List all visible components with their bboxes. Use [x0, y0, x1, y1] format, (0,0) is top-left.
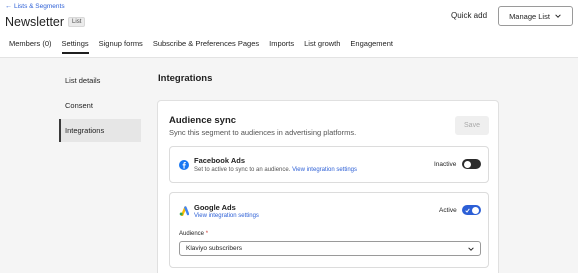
google-status-label: Active [439, 207, 457, 214]
quick-add-button[interactable]: Quick add [451, 11, 487, 20]
audience-sync-card: Audience sync Sync this segment to audie… [157, 100, 499, 273]
facebook-ads-name: Facebook Ads [194, 156, 245, 165]
audience-selected-value: Klaviyo subscribers [186, 245, 242, 252]
title-row: Newsletter List [5, 15, 86, 29]
manage-list-button[interactable]: Manage List [498, 6, 573, 26]
google-ads-icon [179, 206, 189, 216]
tab-settings[interactable]: Settings [61, 39, 89, 54]
google-integration-settings-link[interactable]: View integration settings [194, 213, 259, 219]
google-sync-toggle[interactable] [462, 205, 481, 215]
facebook-ads-integration: Facebook Ads Set to active to sync to an… [169, 146, 489, 183]
save-button[interactable]: Save [455, 116, 489, 135]
audience-select[interactable]: Klaviyo subscribers [179, 241, 481, 256]
chevron-down-icon [555, 14, 561, 18]
chevron-down-icon [468, 247, 474, 251]
manage-list-label: Manage List [509, 11, 550, 21]
required-marker: * [205, 231, 209, 237]
tab-list-growth[interactable]: List growth [304, 39, 340, 54]
tab-members[interactable]: Members (0) [9, 39, 52, 54]
tab-bar: Members (0) Settings Signup forms Subscr… [9, 39, 403, 54]
sidebar-item-list-details[interactable]: List details [59, 69, 141, 92]
google-ads-name: Google Ads [194, 203, 236, 212]
facebook-sync-toggle[interactable] [462, 159, 481, 169]
back-link-label: Lists & Segments [14, 3, 65, 10]
facebook-icon [179, 160, 189, 170]
facebook-status-label: Inactive [434, 161, 457, 168]
page-header: ← Lists & Segments Newsletter List Quick… [0, 0, 578, 58]
facebook-integration-settings-link[interactable]: View integration settings [292, 167, 357, 173]
section-title: Integrations [158, 73, 213, 84]
tab-engagement[interactable]: Engagement [350, 39, 393, 54]
google-ads-integration: Google Ads View integration settings Act… [169, 192, 489, 268]
tab-signup-forms[interactable]: Signup forms [99, 39, 143, 54]
back-arrow-icon: ← [5, 3, 12, 10]
audience-sync-title: Audience sync [169, 115, 237, 126]
page-title: Newsletter [5, 15, 65, 29]
audience-field-label: Audience * [179, 231, 208, 237]
toggle-knob [464, 160, 471, 168]
sidebar-item-integrations[interactable]: Integrations [59, 119, 141, 142]
toggle-knob [472, 206, 479, 214]
tab-subscribe-preferences[interactable]: Subscribe & Preferences Pages [153, 39, 259, 54]
facebook-ads-description: Set to active to sync to an audience. Vi… [194, 167, 357, 173]
back-link[interactable]: ← Lists & Segments [5, 3, 65, 10]
audience-sync-subtitle: Sync this segment to audiences in advert… [169, 128, 357, 137]
audience-label-text: Audience [179, 231, 205, 237]
tab-imports[interactable]: Imports [269, 39, 294, 54]
list-badge: List [68, 17, 86, 27]
check-icon [465, 208, 470, 213]
sidebar-item-consent[interactable]: Consent [59, 94, 141, 117]
settings-sidebar: List details Consent Integrations [59, 69, 141, 144]
facebook-ads-desc-text: Set to active to sync to an audience. [194, 167, 291, 173]
